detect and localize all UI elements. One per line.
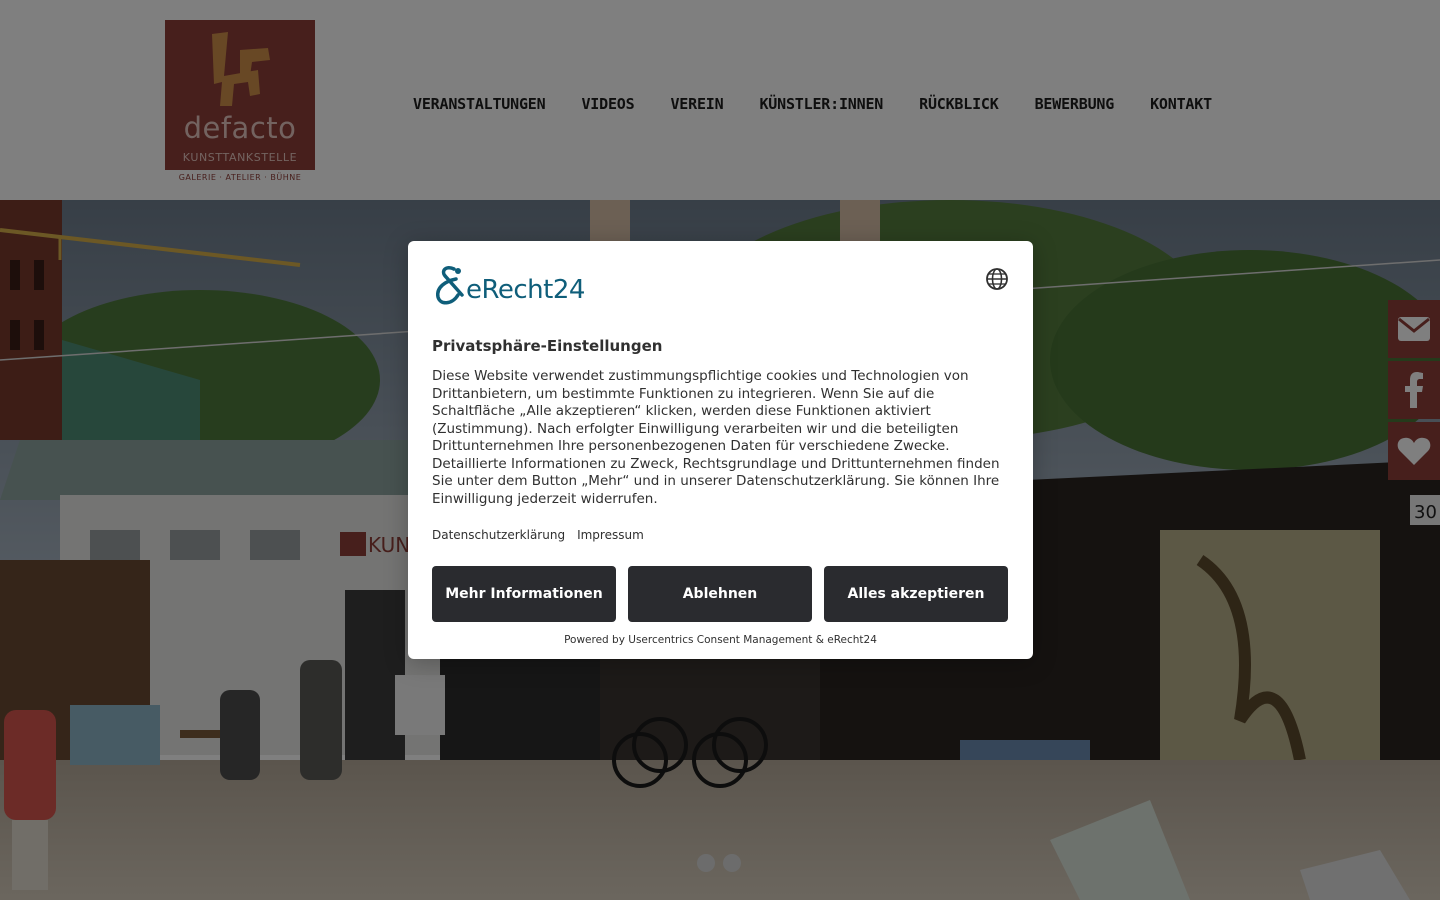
consent-buttons: Mehr Informationen Ablehnen Alles akzept… bbox=[432, 566, 1008, 622]
consent-dialog: eRecht24 Privatsphäre-Einstellungen Dies… bbox=[408, 241, 1033, 659]
powered-by-text: Powered by Usercentrics Consent Manageme… bbox=[564, 634, 877, 646]
language-button[interactable] bbox=[985, 267, 1009, 291]
consent-title: Privatsphäre-Einstellungen bbox=[432, 337, 663, 355]
consent-links: Datenschutzerklärung Impressum bbox=[432, 527, 644, 543]
imprint-link[interactable]: Impressum bbox=[577, 527, 644, 543]
accept-all-button[interactable]: Alles akzeptieren bbox=[824, 566, 1008, 622]
consent-description: Diese Website verwendet zustimmungspflic… bbox=[432, 368, 1000, 507]
page: defacto KUNSTTANKSTELLE GALERIE · ATELIE… bbox=[0, 0, 1440, 900]
more-info-button[interactable]: Mehr Informationen bbox=[432, 566, 616, 622]
erecht24-logo: eRecht24 bbox=[432, 265, 602, 307]
erecht24-ampersand-icon bbox=[436, 265, 464, 305]
privacy-policy-link[interactable]: Datenschutzerklärung bbox=[432, 527, 565, 543]
globe-icon bbox=[986, 268, 1008, 290]
erecht24-brand: eRecht24 bbox=[466, 275, 585, 305]
deny-button[interactable]: Ablehnen bbox=[628, 566, 812, 622]
